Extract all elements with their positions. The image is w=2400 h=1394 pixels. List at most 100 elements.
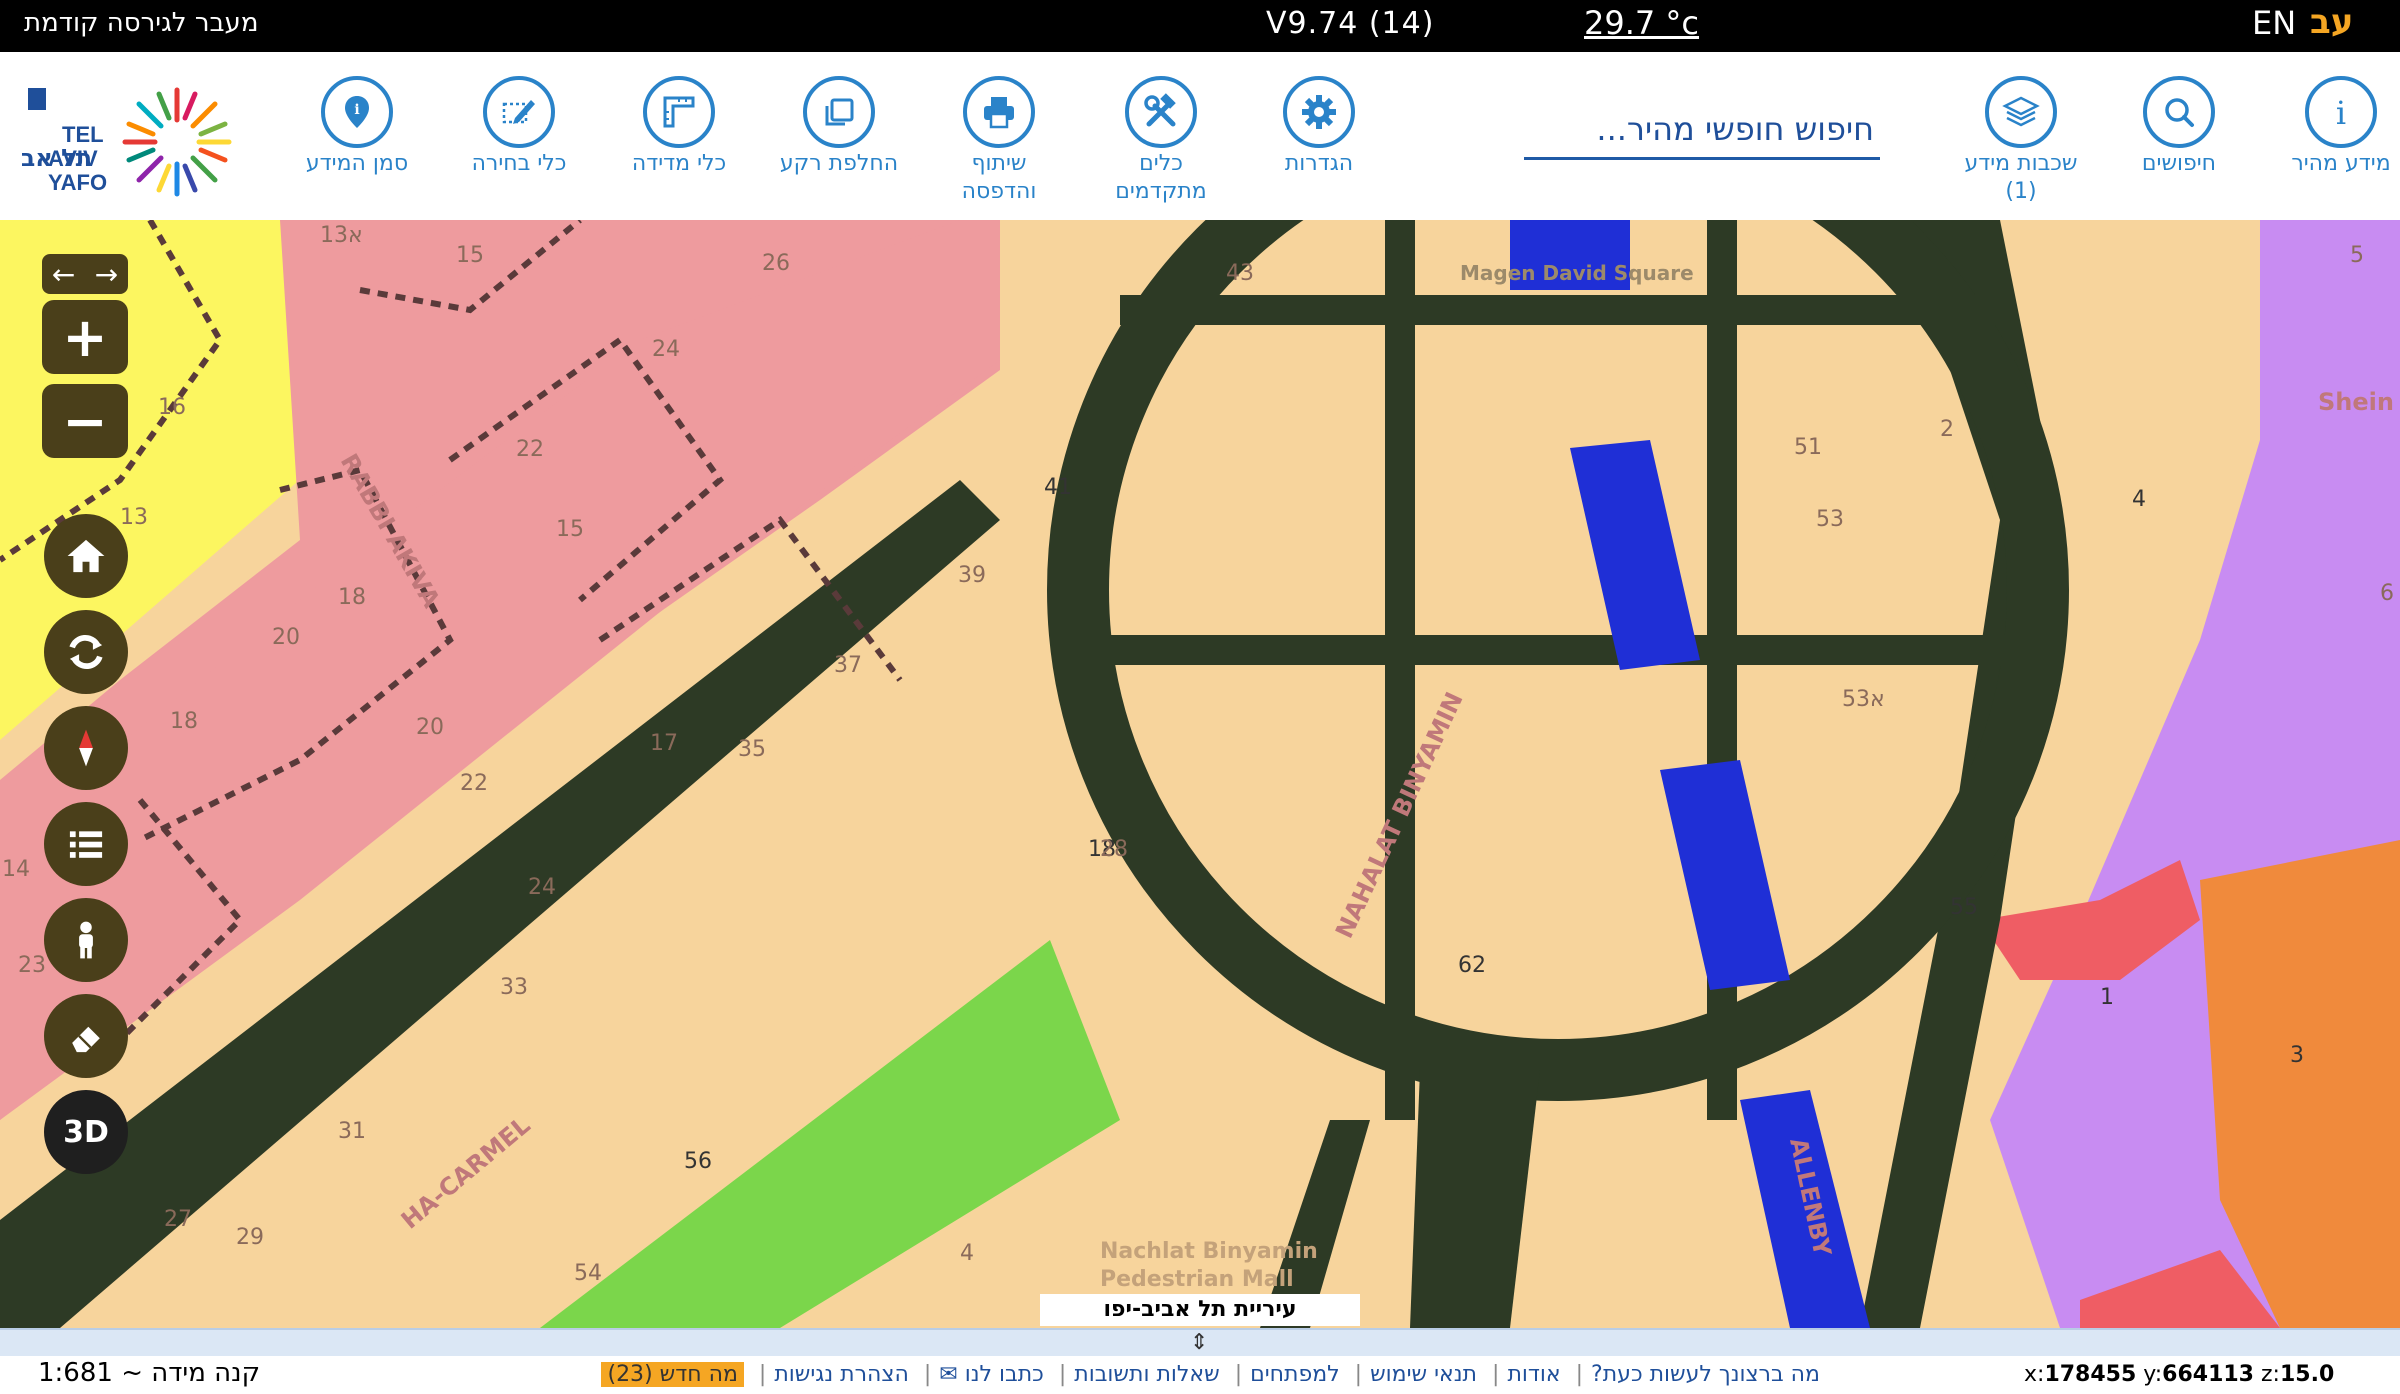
minus-icon: − [62,389,108,453]
svg-text:תל אביב יפו: תל אביב יפו [22,144,92,172]
svg-text:41: 41 [1044,475,1072,500]
svg-text:35: 35 [738,737,766,762]
share-print-button[interactable]: שיתוף והדפסה [914,76,1084,206]
footer-link-contact[interactable]: כתבו לנו ✉ [939,1362,1044,1387]
footer-bar: קנה מידה ~ 1:681 מה ברצונך לעשות כעת?| א… [0,1356,2400,1394]
svg-text:33: 33 [500,975,528,1000]
zoom-out-button[interactable]: − [42,384,128,458]
advanced-tools-button[interactable]: כלים מתקדמים [1076,76,1246,206]
footer-links: מה ברצונך לעשות כעת?| אודות| תנאי שימוש|… [580,1362,1820,1387]
footer-link-developers[interactable]: למפתחים [1250,1362,1340,1387]
eraser-icon [72,1026,100,1053]
plus-icon: + [62,305,108,369]
svg-text:2: 2 [1940,417,1954,442]
svg-text:28: 28 [1100,837,1128,862]
svg-text:4: 4 [960,1241,974,1266]
legend-button[interactable] [44,802,128,886]
footer-link-faq[interactable]: שאלות ותשובות [1074,1362,1219,1387]
gear-icon [1283,76,1355,148]
quick-search-input[interactable] [1524,100,1880,157]
info-marker-button[interactable]: i סמן המידע [272,76,442,178]
map-view[interactable]: RABBI AKIVA HA-CARMEL NAHALAT BINYAMIN A… [0,220,2400,1328]
svg-text:54: 54 [574,1261,602,1286]
selection-tools-label: כלי בחירה [471,151,567,176]
pedestrian-mall-label: Nachlat Binyamin [1100,1239,1318,1264]
three-d-label: 3D [63,1114,109,1150]
svg-text:24: 24 [652,337,680,362]
back-arrow-icon[interactable]: ← [52,258,75,291]
temperature-label[interactable]: 29.7 °c [1584,4,1699,42]
svg-text:3: 3 [2290,1043,2304,1068]
info-layers-button[interactable]: שכבות מידע (1) [1936,76,2106,206]
quick-info-button[interactable]: i מידע מהיר [2256,76,2400,178]
advanced-tools-label: כלים מתקדמים [1115,151,1207,204]
forward-arrow-icon[interactable]: → [95,258,118,291]
svg-text:55: 55 [1950,895,1978,920]
printer-icon [963,76,1035,148]
layers-square-icon [803,76,875,148]
svg-text:31: 31 [338,1119,366,1144]
svg-text:18: 18 [170,709,198,734]
magen-david-square-label: Magen David Square [1460,261,1694,285]
pencil-select-icon [483,76,555,148]
pegman-icon [79,921,93,959]
coordinates-readout: x:178455 y:664113 z:15.0 [2024,1362,2335,1387]
panel-divider[interactable]: ⇕ [0,1328,2400,1356]
switch-background-button[interactable]: החלפת רקע [754,76,924,178]
main-toolbar: TEL AVIV YAFO תל אביב יפו i סמן המידע כל… [0,52,2400,220]
eraser-button[interactable] [44,994,128,1078]
language-en-button[interactable]: EN [2252,4,2296,42]
quick-search [1524,100,1880,160]
map-canvas[interactable]: RABBI AKIVA HA-CARMEL NAHALAT BINYAMIN A… [0,220,2400,1328]
map-pin-info-icon: i [321,76,393,148]
svg-text:16: 16 [158,395,186,420]
list-icon [69,831,103,858]
measure-tools-label: כלי מדידה [631,151,727,176]
share-print-label: שיתוף והדפסה [961,151,1037,204]
svg-text:37: 37 [834,653,862,678]
refresh-icon [69,634,103,670]
svg-text:6: 6 [2380,581,2394,606]
compass-button[interactable] [44,706,128,790]
zoom-in-button[interactable]: + [42,300,128,374]
svg-text:24: 24 [528,875,556,900]
svg-text:15: 15 [556,517,584,542]
svg-text:i: i [2336,94,2346,132]
settings-label: הגדרות [1284,151,1354,176]
refresh-button[interactable] [44,610,128,694]
svg-text:27: 27 [164,1207,192,1232]
svg-text:14: 14 [2,857,30,882]
footer-link-what-to-do[interactable]: מה ברצונך לעשות כעת? [1591,1362,1820,1387]
info-layers-label: שכבות מידע (1) [1964,151,2078,204]
language-he-button[interactable]: עב [2310,2,2353,42]
measure-tools-button[interactable]: כלי מדידה [594,76,764,178]
settings-button[interactable]: הגדרות [1234,76,1404,178]
svg-text:62: 62 [1458,953,1486,978]
info-icon: i [2305,76,2377,148]
info-marker-label: סמן המידע [305,151,409,176]
city-logo-icon: TEL AVIV YAFO תל אביב יפו [0,87,232,197]
svg-text:Shein: Shein [2318,388,2394,416]
searches-button[interactable]: חיפושים [2094,76,2264,178]
svg-text:23: 23 [18,953,46,978]
svg-text:20: 20 [272,625,300,650]
footer-link-terms[interactable]: תנאי שימוש [1370,1362,1477,1387]
svg-text:13א: 13א [320,223,363,248]
previous-version-link[interactable]: מעבר לגירסה קודמת [24,8,258,38]
tel-aviv-logo: TEL AVIV YAFO תל אביב יפו [0,82,252,212]
three-d-button[interactable]: 3D [44,1090,128,1174]
svg-text:15: 15 [456,243,484,268]
whats-new-badge[interactable]: מה חדש (23) [601,1362,744,1387]
quick-info-label: מידע מהיר [2291,151,2391,176]
svg-text:YAFO: YAFO [48,170,107,195]
map-caption: עיריית תל אביב-יפו [1040,1294,1360,1326]
home-button[interactable] [44,514,128,598]
street-view-button[interactable] [44,898,128,982]
footer-link-about[interactable]: אודות [1507,1362,1560,1387]
compass-icon [79,729,93,767]
footer-link-accessibility[interactable]: הצהרת נגישות [774,1362,909,1387]
history-nav: ← → [42,254,128,294]
svg-text:18: 18 [338,585,366,610]
resize-grip-icon[interactable]: ⇕ [1190,1330,1208,1356]
selection-tools-button[interactable]: כלי בחירה [434,76,604,178]
